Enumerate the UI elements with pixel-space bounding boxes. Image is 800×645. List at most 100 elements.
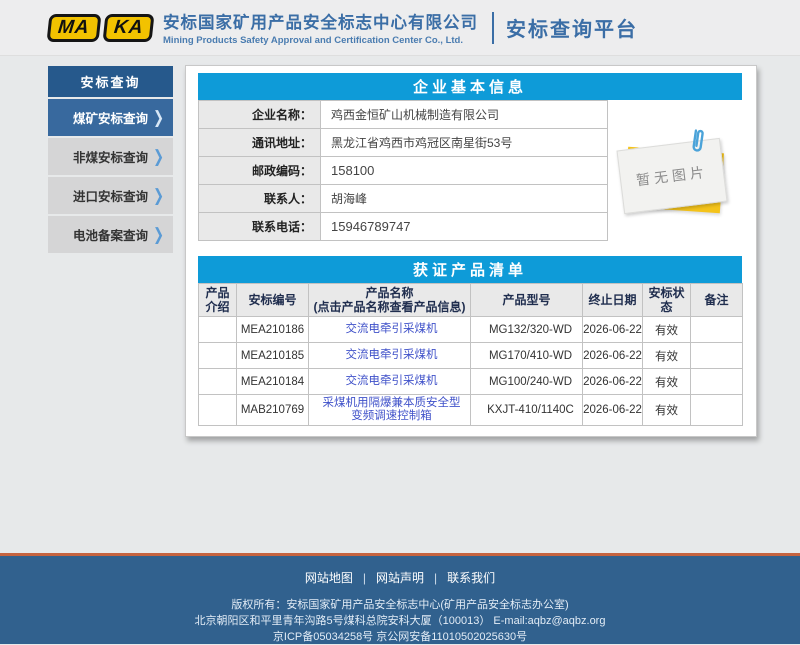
table-row: MAB210769 采煤机用隔爆兼本质安全型变频调速控制箱 KXJT-410/1…	[199, 395, 743, 426]
chevron-right-icon: ❯	[153, 185, 164, 206]
col-product-name-line2: (点击产品名称查看产品信息)	[310, 300, 469, 314]
status-cell: 有效	[643, 395, 691, 426]
col-model: 产品型号	[471, 284, 583, 317]
product-name-link[interactable]: 采煤机用隔爆兼本质安全型变频调速控制箱	[323, 397, 461, 422]
company-name-label: 企业名称：	[199, 101, 321, 129]
model-cell: MG100/240-WD	[471, 369, 583, 395]
expiry-cell: 2026-06-22	[583, 343, 643, 369]
sidebar-item-label: 非煤安标查询	[73, 147, 148, 166]
chevron-right-icon: ❯	[153, 107, 164, 128]
sidebar: 安标查询 煤矿安标查询 ❯ 非煤安标查询 ❯ 进口安标查询 ❯ 电池备案查询 ❯	[48, 66, 173, 253]
contact-person-value: 胡海峰	[321, 185, 608, 213]
phone-value: 15946789747	[321, 213, 608, 241]
table-row: 通讯地址： 黑龙江省鸡西市鸡冠区南星街53号	[199, 129, 608, 157]
footer: 网站地图 | 网站声明 | 联系我们 版权所有：安标国家矿用产品安全标志中心(矿用产品安…	[0, 553, 800, 644]
no-image-text: 暂无图片	[635, 162, 709, 191]
products-table: 产品介绍 安标编号 产品名称 (点击产品名称查看产品信息) 产品型号 终止日期 …	[198, 283, 743, 426]
footer-links: 网站地图 | 网站声明 | 联系我们	[0, 569, 800, 586]
company-info-section: 企业基本信息 企业名称： 鸡西金恒矿山机械制造有限公司 通讯地址： 黑龙江省鸡西…	[198, 73, 742, 241]
phone-label: 联系电话：	[199, 213, 321, 241]
product-name-cell: 采煤机用隔爆兼本质安全型变频调速控制箱	[309, 395, 471, 426]
header-divider	[492, 12, 494, 44]
no-image-card: 暂无图片	[616, 138, 727, 214]
org-name-en: Mining Products Safety Approval and Cert…	[163, 35, 478, 46]
table-row: 邮政编码： 158100	[199, 157, 608, 185]
model-cell: KXJT-410/1140C	[471, 395, 583, 426]
table-row: MEA210185 交流电牵引采煤机 MG170/410-WD 2026-06-…	[199, 343, 743, 369]
top-header: MA KA 安标国家矿用产品安全标志中心有限公司 Mining Products…	[0, 0, 800, 56]
cert-no-cell: MAB210769	[237, 395, 309, 426]
status-cell: 有效	[643, 317, 691, 343]
sidebar-item-label: 电池备案查询	[73, 225, 148, 244]
product-name-cell: 交流电牵引采煤机	[309, 369, 471, 395]
product-intro-cell	[199, 317, 237, 343]
footer-link-contact[interactable]: 联系我们	[447, 571, 495, 585]
cert-no-cell: MEA210185	[237, 343, 309, 369]
maka-logo: MA KA	[48, 14, 153, 42]
product-intro-cell	[199, 343, 237, 369]
remark-cell	[691, 343, 743, 369]
company-info-header: 企业基本信息	[198, 73, 742, 100]
address-label: 通讯地址：	[199, 129, 321, 157]
col-expiry-date: 终止日期	[583, 284, 643, 317]
footer-link-sitemap[interactable]: 网站地图	[305, 571, 353, 585]
footer-separator: |	[363, 571, 366, 585]
sidebar-title: 安标查询	[48, 66, 173, 97]
table-row: 企业名称： 鸡西金恒矿山机械制造有限公司	[199, 101, 608, 129]
sidebar-item-import-query[interactable]: 进口安标查询 ❯	[48, 177, 173, 214]
remark-cell	[691, 395, 743, 426]
postcode-label: 邮政编码：	[199, 157, 321, 185]
remark-cell	[691, 369, 743, 395]
chevron-right-icon: ❯	[153, 224, 164, 245]
company-info-table: 企业名称： 鸡西金恒矿山机械制造有限公司 通讯地址： 黑龙江省鸡西市鸡冠区南星街…	[198, 100, 608, 241]
product-intro-cell	[199, 395, 237, 426]
col-product-intro: 产品介绍	[199, 284, 237, 317]
col-product-name: 产品名称 (点击产品名称查看产品信息)	[309, 284, 471, 317]
copyright-line2: 北京朝阳区和平里青年沟路5号煤科总院安科大厦（100013） E-mail:aq…	[0, 613, 800, 629]
col-product-name-line1: 产品名称	[310, 286, 469, 300]
product-name-cell: 交流电牵引采煤机	[309, 317, 471, 343]
product-name-link[interactable]: 交流电牵引采煤机	[346, 349, 438, 361]
model-cell: MG170/410-WD	[471, 343, 583, 369]
model-cell: MG132/320-WD	[471, 317, 583, 343]
table-row: 联系人： 胡海峰	[199, 185, 608, 213]
table-header-row: 产品介绍 安标编号 产品名称 (点击产品名称查看产品信息) 产品型号 终止日期 …	[199, 284, 743, 317]
footer-separator: |	[434, 571, 437, 585]
org-names: 安标国家矿用产品安全标志中心有限公司 Mining Products Safet…	[163, 9, 478, 46]
expiry-cell: 2026-06-22	[583, 395, 643, 426]
col-cert-no: 安标编号	[237, 284, 309, 317]
table-row: MEA210184 交流电牵引采煤机 MG100/240-WD 2026-06-…	[199, 369, 743, 395]
col-remark: 备注	[691, 284, 743, 317]
table-row: MEA210186 交流电牵引采煤机 MG132/320-WD 2026-06-…	[199, 317, 743, 343]
product-name-cell: 交流电牵引采煤机	[309, 343, 471, 369]
logo-ka-badge: KA	[102, 14, 154, 42]
postcode-value: 158100	[321, 157, 608, 185]
product-name-link[interactable]: 交流电牵引采煤机	[346, 323, 438, 335]
col-status: 安标状态	[643, 284, 691, 317]
chevron-right-icon: ❯	[153, 146, 164, 167]
status-cell: 有效	[643, 343, 691, 369]
cert-no-cell: MEA210186	[237, 317, 309, 343]
sidebar-item-non-coal-query[interactable]: 非煤安标查询 ❯	[48, 138, 173, 175]
copyright-line1: 版权所有：安标国家矿用产品安全标志中心(矿用产品安全标志办公室)	[0, 597, 800, 613]
sidebar-item-label: 进口安标查询	[73, 186, 148, 205]
expiry-cell: 2026-06-22	[583, 369, 643, 395]
company-name-value: 鸡西金恒矿山机械制造有限公司	[321, 101, 608, 129]
expiry-cell: 2026-06-22	[583, 317, 643, 343]
footer-copyright: 版权所有：安标国家矿用产品安全标志中心(矿用产品安全标志办公室) 北京朝阳区和平…	[0, 597, 800, 645]
address-value: 黑龙江省鸡西市鸡冠区南星街53号	[321, 129, 608, 157]
remark-cell	[691, 317, 743, 343]
status-cell: 有效	[643, 369, 691, 395]
sidebar-item-coal-mine-query[interactable]: 煤矿安标查询 ❯	[48, 99, 173, 136]
footer-link-statement[interactable]: 网站声明	[376, 571, 424, 585]
sidebar-item-battery-record-query[interactable]: 电池备案查询 ❯	[48, 216, 173, 253]
content-panel: 企业基本信息 企业名称： 鸡西金恒矿山机械制造有限公司 通讯地址： 黑龙江省鸡西…	[185, 65, 757, 437]
sidebar-item-label: 煤矿安标查询	[73, 108, 148, 127]
org-name-cn: 安标国家矿用产品安全标志中心有限公司	[163, 9, 478, 33]
products-header: 获证产品清单	[198, 256, 742, 283]
product-intro-cell	[199, 369, 237, 395]
copyright-line3: 京ICP备05034258号 京公网安备11010502025630号	[0, 629, 800, 645]
platform-title: 安标查询平台	[506, 13, 638, 42]
product-name-link[interactable]: 交流电牵引采煤机	[346, 375, 438, 387]
certified-products-section: 获证产品清单 产品介绍 安标编号 产品名称 (点击产品名称查看产品信息) 产品型…	[198, 256, 742, 426]
